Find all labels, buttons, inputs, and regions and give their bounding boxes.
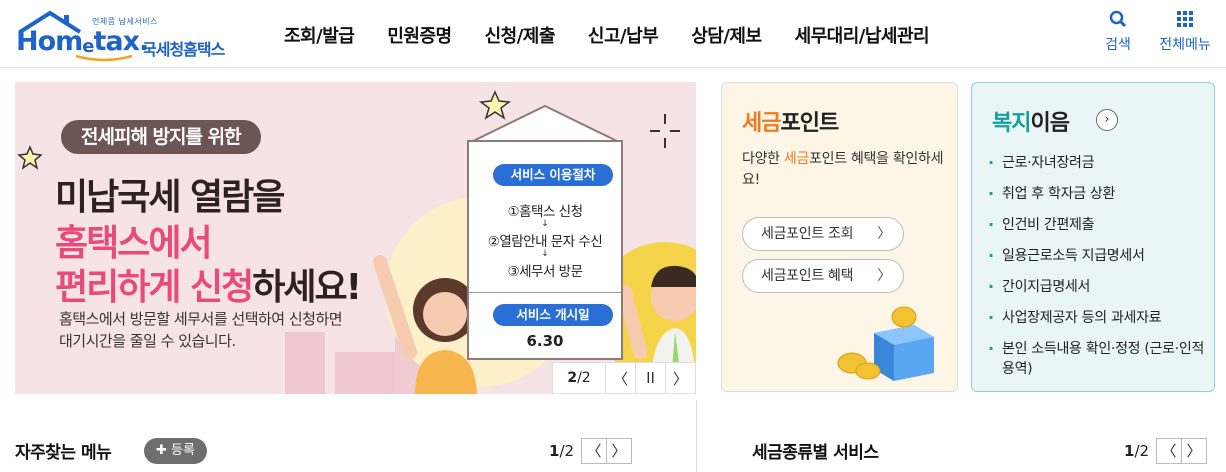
tax-point-inquiry-button[interactable]: 세금포인트 조회 〉 (742, 217, 904, 251)
banner-next-button[interactable]: 〉 (665, 363, 695, 393)
welfare-item-workplace-provider[interactable]: 사업장제공자 등의 과세자료 (988, 308, 1214, 328)
welfare-item-earned-income-credit[interactable]: 근로·자녀장려금 (988, 153, 1214, 173)
service-open-title: 서비스 개시일 (493, 304, 613, 326)
tax-service-page-count: 1/2 (1124, 442, 1150, 460)
welfare-card: 복지이음 › 근로·자녀장려금 취업 후 학자금 상환 인건비 간편제출 일용근… (971, 82, 1215, 392)
main-banner[interactable]: 전세피해 방지를 위한 미납국세 열람을 홈택스에서 편리하게 신청하세요! 홈… (15, 82, 696, 394)
main-nav: 조회/발급 민원증명 신청/제출 신고/납부 상담/제보 세무대리/납세관리 (284, 22, 962, 48)
frequent-menu-prev-button[interactable]: 〈 (581, 438, 608, 464)
tax-service-title: 세금종류별 서비스 (752, 443, 879, 463)
procedure-card-roof (467, 104, 623, 144)
banner-counter: 2/2 (567, 370, 591, 386)
frequent-menu-next-button[interactable]: 〉 (606, 438, 633, 464)
tax-point-benefit-button[interactable]: 세금포인트 혜택 〉 (742, 259, 904, 293)
header: 언제쯤 납세서비스 Hometax. 국세청홈택스 조회/발급 민원증명 신청/… (0, 0, 1226, 68)
chevron-right-icon: 〉 (877, 268, 891, 284)
section-divider (696, 400, 697, 472)
welfare-item-income-check[interactable]: 본인 소득내용 확인·정정 (근로·인적용역) (988, 339, 1214, 379)
chevron-right-icon: 〉 (877, 226, 891, 242)
tax-point-title: 세금포인트 (742, 111, 839, 136)
welfare-title: 복지이음 (992, 111, 1070, 136)
service-open-date: 6.30 (526, 332, 564, 350)
tax-point-description: 다양한 세금포인트 혜택을 확인하세요! (742, 151, 944, 188)
logo-swoosh-icon (75, 54, 133, 62)
procedure-step-2: ②열람안내 문자 수신 (487, 234, 603, 250)
search-button[interactable]: 검색 (1100, 10, 1136, 54)
welfare-item-daily-wage-statement[interactable]: 일용근로소득 지급명세서 (988, 246, 1214, 266)
tax-service-pager: 1/2 〈 〉 (1124, 438, 1208, 464)
banner-prev-button[interactable]: 〈 (605, 363, 635, 393)
nav-tax-agent[interactable]: 세무대리/납세관리 (795, 22, 930, 48)
nav-report-payment[interactable]: 신고/납부 (588, 22, 659, 48)
banner-subtext: 홈택스에서 방문할 세무서를 선택하여 신청하면 대기시간을 줄일 수 있습니다… (59, 310, 343, 350)
grid-menu-icon (1177, 11, 1193, 27)
logo-korean-name: 국세청홈택스 (142, 40, 225, 59)
nav-inquiry-issuance[interactable]: 조회/발급 (284, 22, 355, 48)
procedure-arrow-1: ↓ (541, 219, 549, 229)
procedure-divider (469, 292, 621, 293)
search-label: 검색 (1105, 37, 1131, 53)
register-menu-button[interactable]: ✚ 등록 (144, 438, 207, 464)
procedure-title: 서비스 이용절차 (493, 164, 613, 186)
banner-headline-1: 미납국세 열람을 (55, 177, 285, 218)
logo-brand: Hometax. (16, 26, 149, 57)
tax-service-prev-button[interactable]: 〈 (1156, 438, 1183, 464)
banner-pause-button[interactable]: II (635, 363, 665, 393)
banner-pill-label: 전세피해 방지를 위한 (61, 120, 261, 154)
all-menu-label: 전체메뉴 (1159, 37, 1211, 53)
tax-service-next-button[interactable]: 〉 (1181, 438, 1208, 464)
nav-consult-report[interactable]: 상담/제보 (691, 22, 762, 48)
hometax-logo[interactable]: 언제쯤 납세서비스 Hometax. 국세청홈택스 (14, 6, 244, 62)
welfare-more-button[interactable]: › (1096, 109, 1118, 131)
tax-point-card: 세금포인트 다양한 세금포인트 혜택을 확인하세요! 세금포인트 조회 〉 세금포… (721, 82, 958, 392)
search-icon (1109, 10, 1127, 28)
banner-controls: 2/2 〈 II 〉 (552, 362, 696, 394)
nav-civil-certificates[interactable]: 민원증명 (387, 22, 452, 48)
frequent-menu-pager: 1/2 〈 〉 (549, 438, 633, 464)
frequent-menu-title: 자주찾는 메뉴 (15, 443, 112, 463)
procedure-step-3: ③세무서 방문 (507, 264, 584, 280)
frequent-menu-page-count: 1/2 (549, 442, 575, 460)
banner-headline-3: 편리하게 신청하세요! (55, 267, 362, 308)
all-menu-button[interactable]: 전체메뉴 (1152, 10, 1218, 54)
welfare-item-simple-statement[interactable]: 간이지급명세서 (988, 277, 1214, 297)
procedure-step-1: ①홈택스 신청 (507, 204, 584, 220)
coin-box-illustration (837, 306, 934, 381)
welfare-item-labor-cost[interactable]: 인건비 간편제출 (988, 215, 1214, 235)
nav-application-submission[interactable]: 신청/제출 (485, 22, 556, 48)
welfare-list: 근로·자녀장려금 취업 후 학자금 상환 인건비 간편제출 일용근로소득 지급명… (988, 153, 1214, 390)
procedure-arrow-2: ↓ (541, 249, 549, 259)
welfare-item-student-loan[interactable]: 취업 후 학자금 상환 (988, 184, 1214, 204)
